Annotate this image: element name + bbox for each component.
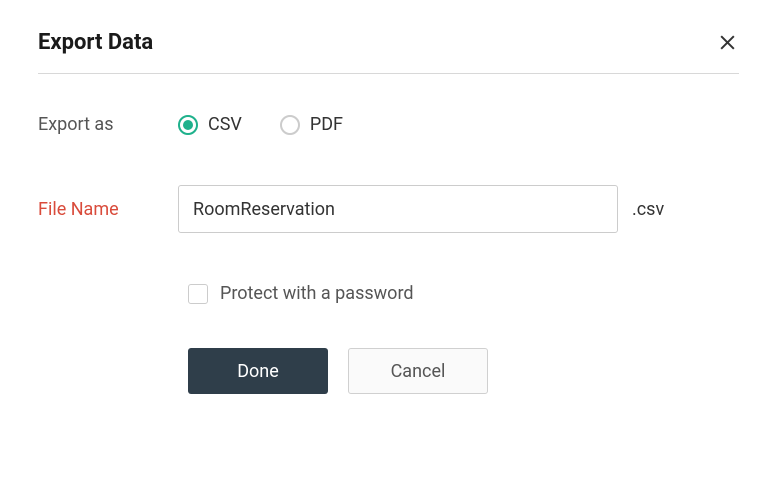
close-icon: [718, 33, 737, 52]
radio-label: CSV: [208, 114, 242, 135]
export-as-label: Export as: [38, 114, 178, 135]
checkbox-label: Protect with a password: [220, 283, 414, 304]
button-row: Done Cancel: [188, 348, 739, 394]
export-as-pdf-radio[interactable]: PDF: [280, 114, 343, 135]
radio-label: PDF: [310, 114, 343, 135]
dialog-header: Export Data: [38, 30, 739, 74]
file-name-label: File Name: [38, 199, 178, 220]
cancel-button[interactable]: Cancel: [348, 348, 488, 394]
file-name-input[interactable]: [178, 185, 618, 233]
indent-block: Protect with a password Done Cancel: [188, 283, 739, 394]
export-as-options: CSV PDF: [178, 114, 739, 135]
radio-icon: [178, 115, 198, 135]
export-as-csv-radio[interactable]: CSV: [178, 114, 242, 135]
dialog-body: Export as CSV PDF File Name .csv Protect…: [38, 74, 739, 394]
radio-icon: [280, 115, 300, 135]
dialog-title: Export Data: [38, 30, 153, 55]
file-name-row: File Name .csv: [38, 185, 739, 233]
export-as-row: Export as CSV PDF: [38, 114, 739, 135]
file-extension-label: .csv: [632, 199, 664, 220]
checkbox-icon: [188, 284, 208, 304]
protect-password-checkbox[interactable]: Protect with a password: [188, 283, 739, 304]
done-button[interactable]: Done: [188, 348, 328, 394]
file-name-content: .csv: [178, 185, 739, 233]
close-button[interactable]: [715, 31, 739, 55]
